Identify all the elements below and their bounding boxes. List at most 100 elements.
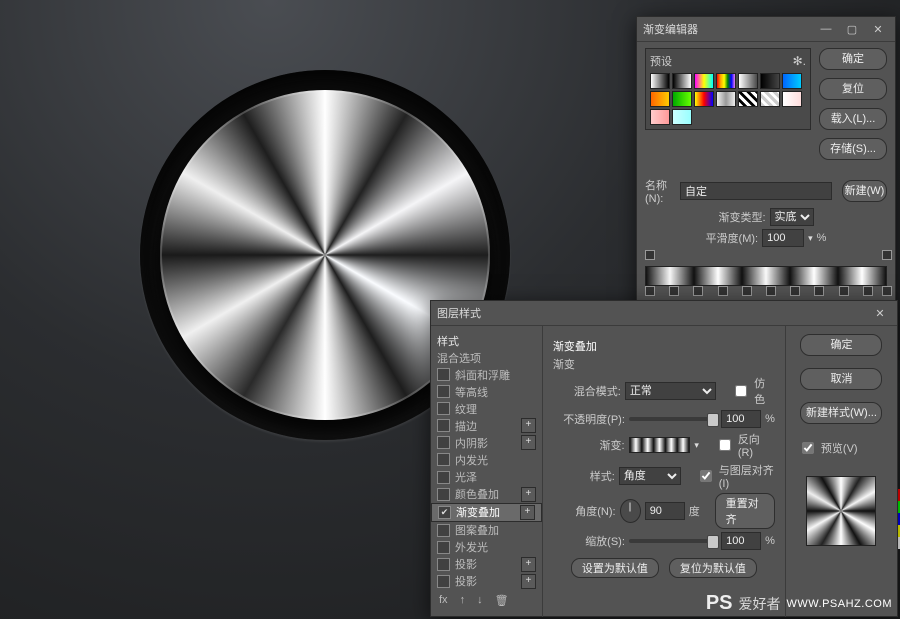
dither-checkbox[interactable] <box>735 385 747 397</box>
angle-dial[interactable] <box>620 499 641 523</box>
watermark-text: 爱好者 <box>739 594 781 614</box>
styles-header[interactable]: 样式 <box>431 332 542 349</box>
preset-swatch[interactable] <box>650 91 670 107</box>
gradient-bar[interactable] <box>645 266 887 286</box>
presets-label: 预设 <box>650 53 672 69</box>
layer-style-dialog: 图层样式 ✕ 样式 混合选项 斜面和浮雕 等高线 纹理 描边+ 内阴影+ 内发光… <box>430 300 898 617</box>
preset-swatch[interactable] <box>672 73 692 89</box>
arrow-up-icon[interactable]: ↑ <box>460 594 466 607</box>
effect-inner-shadow[interactable]: 内阴影+ <box>431 434 542 451</box>
preset-swatch[interactable] <box>738 91 758 107</box>
arrow-down-icon[interactable]: ↓ <box>477 594 483 607</box>
gradient-sample[interactable] <box>629 437 691 453</box>
gradient-style-select[interactable]: 角度 <box>619 467 681 485</box>
preset-swatch[interactable] <box>650 109 670 125</box>
preset-swatch[interactable] <box>760 73 780 89</box>
reverse-checkbox[interactable] <box>719 439 731 451</box>
ok-button[interactable]: 确定 <box>800 334 882 356</box>
preset-swatch[interactable] <box>738 73 758 89</box>
ok-button[interactable]: 确定 <box>819 48 887 70</box>
preset-swatch[interactable] <box>716 73 736 89</box>
blend-mode-select[interactable]: 正常 <box>625 382 716 400</box>
add-icon[interactable]: + <box>520 505 535 520</box>
align-checkbox[interactable] <box>700 470 712 482</box>
reset-default-button[interactable]: 复位为默认值 <box>669 558 757 578</box>
gradient-type-select[interactable]: 实底 <box>770 208 814 226</box>
effect-gradient-overlay[interactable]: ✔渐变叠加+ <box>431 503 542 522</box>
gradient-label: 渐变: <box>553 437 625 453</box>
maximize-icon[interactable]: ▢ <box>841 21 863 37</box>
preset-swatch[interactable] <box>672 109 692 125</box>
layer-style-titlebar[interactable]: 图层样式 ✕ <box>431 301 897 326</box>
effect-pattern-overlay[interactable]: 图案叠加 <box>431 522 542 539</box>
presets-grid[interactable] <box>650 73 806 125</box>
reset-align-button[interactable]: 重置对齐 <box>715 493 775 529</box>
preset-swatch[interactable] <box>694 91 714 107</box>
trash-icon[interactable]: 🗑 <box>495 594 509 607</box>
color-stops-row[interactable] <box>645 286 887 296</box>
effect-outer-glow[interactable]: 外发光 <box>431 539 542 556</box>
preset-swatch[interactable] <box>760 91 780 107</box>
pct-label: % <box>817 232 827 244</box>
effects-list: 样式 混合选项 斜面和浮雕 等高线 纹理 描边+ 内阴影+ 内发光 光泽 颜色叠… <box>431 326 543 617</box>
preset-swatch[interactable] <box>694 73 714 89</box>
new-style-button[interactable]: 新建样式(W)... <box>800 402 882 424</box>
watermark-logo: PS <box>706 592 733 615</box>
gradient-name-input[interactable] <box>680 182 832 200</box>
cancel-button[interactable]: 取消 <box>800 368 882 390</box>
load-button[interactable]: 载入(L)... <box>819 108 887 130</box>
watermark: PS 爱好者 WWW.PSAHZ.COM <box>706 592 892 615</box>
fx-icon[interactable]: fx <box>439 594 448 607</box>
add-icon[interactable]: + <box>521 487 536 502</box>
gradient-editor-titlebar[interactable]: 渐变编辑器 — ▢ ✕ <box>637 17 895 42</box>
new-gradient-button[interactable]: 新建(W) <box>842 180 887 202</box>
effect-color-overlay[interactable]: 颜色叠加+ <box>431 486 542 503</box>
preset-swatch[interactable] <box>650 73 670 89</box>
angle-input[interactable] <box>645 502 685 520</box>
effect-satin[interactable]: 光泽 <box>431 469 542 486</box>
effect-stroke[interactable]: 描边+ <box>431 417 542 434</box>
add-icon[interactable]: + <box>521 418 536 433</box>
blend-mode-label: 混合模式: <box>553 383 621 399</box>
preset-swatch[interactable] <box>672 91 692 107</box>
effect-texture[interactable]: 纹理 <box>431 400 542 417</box>
presets-panel: 预设 ✻. <box>645 48 811 130</box>
reset-button[interactable]: 复位 <box>819 78 887 100</box>
layer-style-title: 图层样式 <box>437 305 865 321</box>
add-icon[interactable]: + <box>521 435 536 450</box>
angle-unit: 度 <box>689 503 700 519</box>
effect-drop-shadow-2[interactable]: 投影+ <box>431 573 542 590</box>
smoothness-label: 平滑度(M): <box>706 230 759 246</box>
add-icon[interactable]: + <box>521 574 536 589</box>
add-icon[interactable]: + <box>521 557 536 572</box>
blending-options[interactable]: 混合选项 <box>431 349 542 366</box>
save-button[interactable]: 存储(S)... <box>819 138 887 160</box>
watermark-url: WWW.PSAHZ.COM <box>787 598 893 610</box>
name-label: 名称(N): <box>645 177 676 205</box>
opacity-slider[interactable] <box>629 417 717 421</box>
preset-swatch[interactable] <box>782 91 802 107</box>
dither-label: 仿色 <box>754 375 775 407</box>
close-icon[interactable]: ✕ <box>869 305 891 321</box>
opacity-input[interactable] <box>721 410 761 428</box>
close-icon[interactable]: ✕ <box>867 21 889 37</box>
preview-checkbox[interactable] <box>802 442 814 454</box>
scale-input[interactable] <box>721 532 761 550</box>
opacity-label: 不透明度(P): <box>553 411 625 427</box>
preset-swatch[interactable] <box>782 73 802 89</box>
scale-slider[interactable] <box>629 539 717 543</box>
opacity-stops-row[interactable] <box>645 250 887 260</box>
effect-inner-glow[interactable]: 内发光 <box>431 451 542 468</box>
effect-bevel[interactable]: 斜面和浮雕 <box>431 366 542 383</box>
effect-contour[interactable]: 等高线 <box>431 383 542 400</box>
align-label: 与图层对齐(I) <box>719 462 775 490</box>
style-label: 样式: <box>553 468 615 484</box>
make-default-button[interactable]: 设置为默认值 <box>571 558 659 578</box>
minimize-icon[interactable]: — <box>815 21 837 37</box>
preset-swatch[interactable] <box>716 91 736 107</box>
smoothness-input[interactable] <box>762 229 804 247</box>
gear-icon[interactable]: ✻. <box>793 54 806 68</box>
preview-label: 预览(V) <box>821 440 858 456</box>
effect-drop-shadow[interactable]: 投影+ <box>431 556 542 573</box>
gradient-editor-title: 渐变编辑器 <box>643 21 811 37</box>
